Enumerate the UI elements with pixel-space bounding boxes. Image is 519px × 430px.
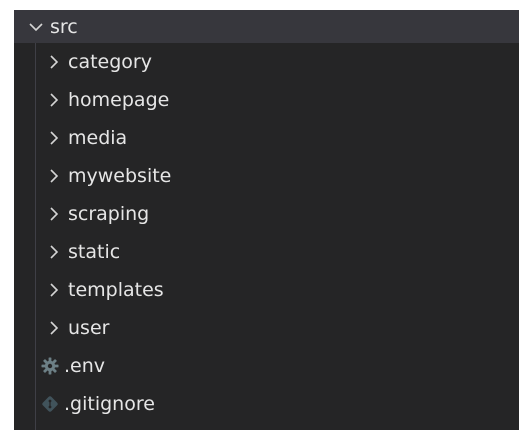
folder-label: mywebsite [68, 165, 172, 187]
folder-label: templates [68, 279, 164, 301]
folder-row-scraping[interactable]: scraping [14, 195, 519, 233]
file-explorer-panel: src category homepage media mywebsite sc… [14, 10, 519, 430]
chevron-right-icon [44, 280, 68, 300]
folder-row-media[interactable]: media [14, 119, 519, 157]
gear-icon [40, 356, 64, 376]
chevron-right-icon [44, 90, 68, 110]
folder-row-src[interactable]: src [14, 10, 519, 43]
folder-row-homepage[interactable]: homepage [14, 81, 519, 119]
chevron-right-icon [44, 318, 68, 338]
folder-label: media [68, 127, 128, 149]
folder-label: scraping [68, 203, 150, 225]
file-label: .gitignore [64, 393, 155, 415]
chevron-right-icon [44, 52, 68, 72]
folder-label: homepage [68, 89, 170, 111]
chevron-right-icon [44, 128, 68, 148]
file-row-gitignore[interactable]: .gitignore [14, 385, 519, 423]
file-label: .env [64, 355, 106, 377]
folder-label: category [68, 51, 152, 73]
folder-label: src [50, 15, 78, 38]
file-row-env[interactable]: .env [14, 347, 519, 385]
chevron-right-icon [44, 204, 68, 224]
folder-row-user[interactable]: user [14, 309, 519, 347]
chevron-down-icon [26, 17, 50, 37]
chevron-right-icon [44, 242, 68, 262]
folder-row-category[interactable]: category [14, 43, 519, 81]
chevron-right-icon [44, 166, 68, 186]
folder-row-templates[interactable]: templates [14, 271, 519, 309]
folder-label: static [68, 241, 121, 263]
git-icon [40, 394, 64, 414]
folder-row-static[interactable]: static [14, 233, 519, 271]
folder-row-mywebsite[interactable]: mywebsite [14, 157, 519, 195]
folder-label: user [68, 317, 110, 339]
